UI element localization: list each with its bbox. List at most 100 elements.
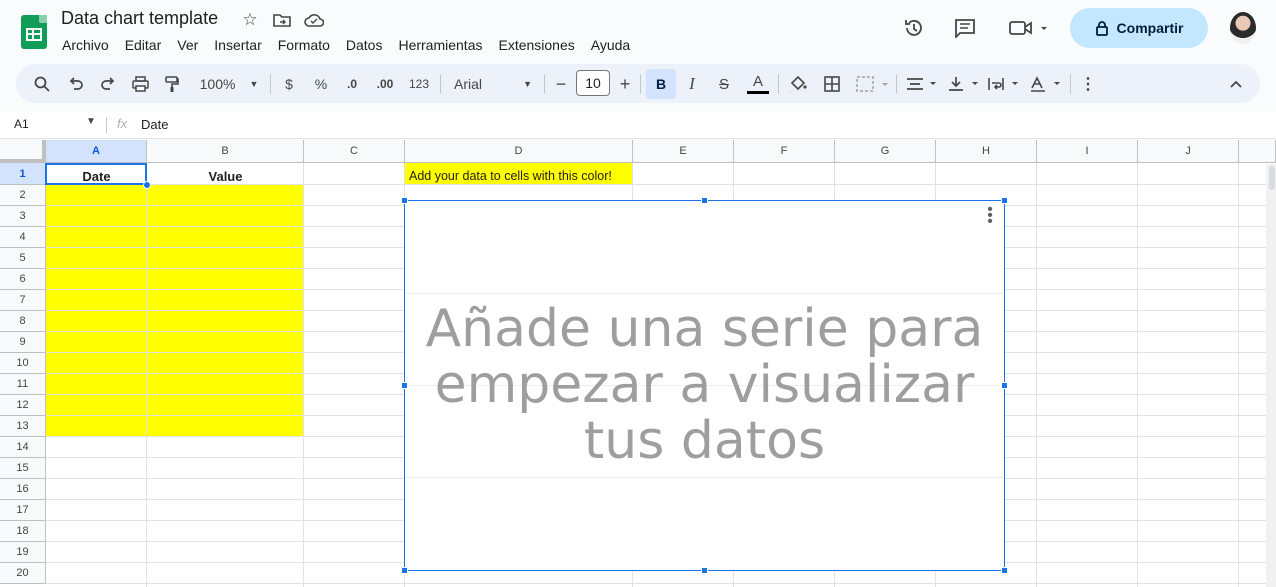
row-header-6[interactable]: 6 (0, 269, 46, 290)
currency-format-button[interactable]: $ (278, 71, 300, 97)
spreadsheet-grid[interactable]: A B C D E F G H I J 1 2 3 4 5 6 7 8 9 10… (0, 140, 1276, 587)
menu-ver[interactable]: Ver (169, 35, 206, 55)
zoom-select[interactable]: 100% ▼ (194, 71, 264, 97)
row-header-7[interactable]: 7 (0, 290, 46, 311)
menu-herramientas[interactable]: Herramientas (390, 35, 490, 55)
increase-font-size-icon[interactable]: + (616, 71, 634, 97)
font-select[interactable]: Arial ▼ (452, 71, 534, 97)
row-header-1[interactable]: 1 (0, 163, 46, 185)
search-icon[interactable] (30, 71, 54, 97)
more-options-icon[interactable]: ⋮ (1078, 71, 1098, 97)
column-header-d[interactable]: D (405, 140, 633, 163)
cell-b1[interactable]: Value (147, 167, 304, 185)
avatar[interactable] (1230, 12, 1256, 44)
row-header-14[interactable]: 14 (0, 437, 46, 458)
chart-object[interactable]: Añade una serie para empezar a visualiza… (401, 197, 1008, 574)
menu-ayuda[interactable]: Ayuda (583, 35, 638, 55)
column-header-e[interactable]: E (633, 140, 734, 163)
resize-handle-bottom[interactable] (701, 567, 708, 574)
row-header-11[interactable]: 11 (0, 374, 46, 395)
column-header-k[interactable] (1239, 140, 1276, 163)
increase-decimal-button[interactable]: .00 (372, 71, 398, 97)
data-input-area[interactable] (46, 185, 304, 437)
resize-handle-top-left[interactable] (401, 197, 408, 204)
column-header-h[interactable]: H (936, 140, 1037, 163)
version-history-icon[interactable] (900, 14, 928, 42)
print-icon[interactable] (128, 71, 152, 97)
menu-editar[interactable]: Editar (117, 35, 170, 55)
row-header-4[interactable]: 4 (0, 227, 46, 248)
percent-format-button[interactable]: % (310, 71, 332, 97)
vertical-align-icon[interactable] (946, 71, 982, 97)
column-header-f[interactable]: F (734, 140, 835, 163)
resize-handle-bottom-right[interactable] (1001, 567, 1008, 574)
row-header-16[interactable]: 16 (0, 479, 46, 500)
row-header-9[interactable]: 9 (0, 332, 46, 353)
name-box[interactable]: A1 (14, 117, 29, 131)
resize-handle-bottom-left[interactable] (401, 567, 408, 574)
collapse-toolbar-icon[interactable] (1224, 71, 1248, 97)
row-header-5[interactable]: 5 (0, 248, 46, 269)
row-header-18[interactable]: 18 (0, 521, 46, 542)
row-header-17[interactable]: 17 (0, 500, 46, 521)
row-header-10[interactable]: 10 (0, 353, 46, 374)
column-header-g[interactable]: G (835, 140, 936, 163)
comments-icon[interactable] (951, 14, 979, 42)
vertical-scrollbar[interactable] (1266, 164, 1276, 587)
cell-d1-text[interactable]: Add your data to cells with this color! (405, 167, 633, 185)
column-header-a[interactable]: A (46, 140, 147, 163)
menu-insertar[interactable]: Insertar (206, 35, 269, 55)
meet-video-icon[interactable] (1004, 14, 1052, 42)
share-button[interactable]: Compartir (1070, 8, 1208, 48)
doc-title[interactable]: Data chart template (61, 8, 218, 29)
chevron-down-icon[interactable]: ▼ (86, 116, 96, 127)
resize-handle-top-right[interactable] (1001, 197, 1008, 204)
text-color-button[interactable]: A (745, 71, 771, 97)
more-vert-icon[interactable]: • • • (986, 202, 994, 230)
cloud-saved-icon[interactable] (304, 10, 324, 30)
row-header-2[interactable]: 2 (0, 185, 46, 206)
resize-handle-top[interactable] (701, 197, 708, 204)
row-header-20[interactable]: 20 (0, 563, 46, 584)
column-header-c[interactable]: C (304, 140, 405, 163)
row-header-12[interactable]: 12 (0, 395, 46, 416)
column-header-j[interactable]: J (1138, 140, 1239, 163)
scrollbar-thumb[interactable] (1269, 166, 1275, 190)
sheets-logo-icon[interactable] (21, 15, 47, 49)
row-header-8[interactable]: 8 (0, 311, 46, 332)
menu-formato[interactable]: Formato (270, 35, 338, 55)
menu-extensiones[interactable]: Extensiones (490, 35, 582, 55)
font-size-input[interactable]: 10 (576, 70, 610, 96)
horizontal-align-icon[interactable] (904, 71, 940, 97)
column-header-i[interactable]: I (1037, 140, 1138, 163)
fill-color-icon[interactable] (786, 71, 810, 97)
merge-cells-icon[interactable] (854, 71, 890, 97)
italic-button[interactable]: I (680, 71, 704, 97)
resize-handle-left[interactable] (401, 382, 408, 389)
text-wrapping-icon[interactable] (986, 71, 1022, 97)
move-folder-icon[interactable] (272, 10, 292, 30)
borders-icon[interactable] (820, 71, 844, 97)
star-icon[interactable]: ☆ (240, 10, 260, 30)
row-header-19[interactable]: 19 (0, 542, 46, 563)
menu-archivo[interactable]: Archivo (54, 35, 117, 55)
bold-button[interactable]: B (646, 69, 676, 99)
row-header-3[interactable]: 3 (0, 206, 46, 227)
formula-input[interactable]: Date (141, 117, 168, 132)
text-rotation-icon[interactable] (1028, 71, 1064, 97)
menu-datos[interactable]: Datos (338, 35, 391, 55)
select-all-corner[interactable] (0, 140, 46, 163)
resize-handle-right[interactable] (1001, 382, 1008, 389)
fill-handle[interactable] (143, 181, 151, 189)
decrease-decimal-button[interactable]: .0 (340, 71, 364, 97)
undo-icon[interactable] (64, 71, 88, 97)
row-header-15[interactable]: 15 (0, 458, 46, 479)
number-format-button[interactable]: 123 (406, 71, 432, 97)
row-header-13[interactable]: 13 (0, 416, 46, 437)
strikethrough-button[interactable]: S (712, 71, 736, 97)
paint-format-icon[interactable] (160, 71, 184, 97)
redo-icon[interactable] (96, 71, 120, 97)
column-header-b[interactable]: B (147, 140, 304, 163)
toolbar-divider (1070, 74, 1071, 94)
decrease-font-size-icon[interactable]: − (552, 71, 570, 97)
